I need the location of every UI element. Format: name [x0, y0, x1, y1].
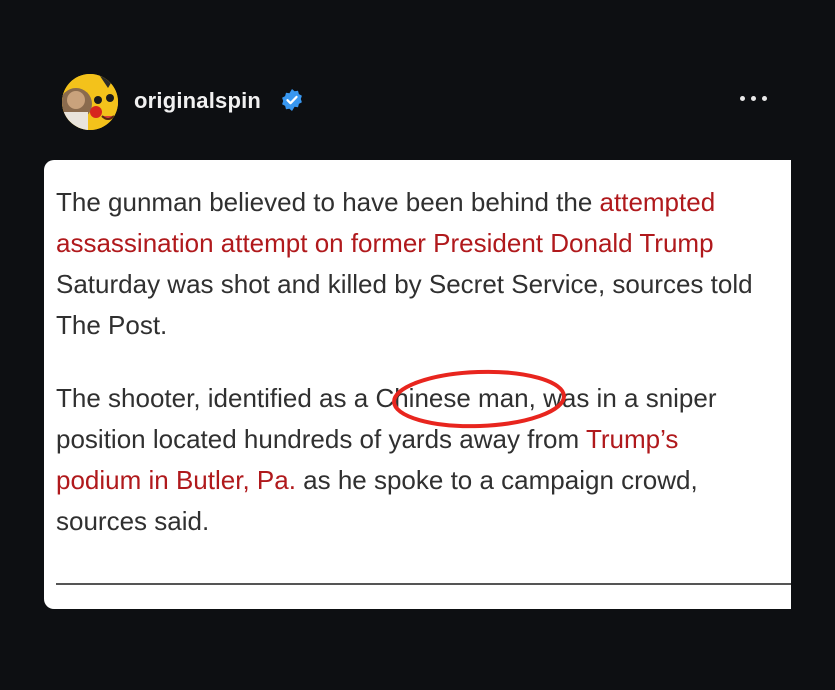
avatar-image	[62, 74, 118, 130]
paragraph-text: as he spoke to a campaign crowd,	[295, 465, 698, 495]
article-link[interactable]: podium in Butler, Pa.	[56, 465, 296, 495]
paragraph-text: The gunman believed to have been behind …	[56, 187, 600, 217]
article-link[interactable]: assassination attempt on former Presiden…	[56, 228, 714, 258]
paragraph-line: sources said.	[56, 506, 210, 536]
social-post: originalspin The gunman believed to have…	[0, 0, 835, 690]
paragraph-line: position located hundreds of yards away …	[56, 419, 791, 460]
article-screenshot: The gunman believed to have been behind …	[44, 160, 791, 609]
article-link[interactable]: attempted	[600, 187, 716, 217]
paragraph-line: podium in Butler, Pa. as he spoke to a c…	[56, 460, 791, 501]
verified-badge-icon	[280, 88, 304, 112]
username[interactable]: originalspin	[134, 88, 261, 114]
paragraph-line: The gunman believed to have been behind …	[56, 182, 791, 223]
avatar[interactable]	[62, 74, 118, 130]
paragraph-text: , was in a sniper	[528, 383, 717, 413]
paragraph-line: Saturday was shot and killed by Secret S…	[56, 269, 753, 299]
paragraph-text: The shooter, identified as a	[56, 383, 376, 413]
article-paragraph-2: The shooter, identified as a Chinese man…	[56, 378, 791, 542]
divider	[56, 583, 791, 585]
paragraph-text: position located hundreds of yards away …	[56, 424, 586, 454]
more-options-icon[interactable]	[736, 84, 772, 112]
post-header: originalspin	[62, 72, 772, 132]
paragraph-line: The Post.	[56, 310, 168, 340]
paragraph-line: The shooter, identified as a Chinese man…	[56, 378, 791, 419]
article-paragraph-1: The gunman believed to have been behind …	[56, 182, 791, 346]
circled-text: Chinese man	[375, 383, 529, 413]
paragraph-line: assassination attempt on former Presiden…	[56, 223, 791, 264]
article-link[interactable]: Trump’s	[586, 424, 678, 454]
